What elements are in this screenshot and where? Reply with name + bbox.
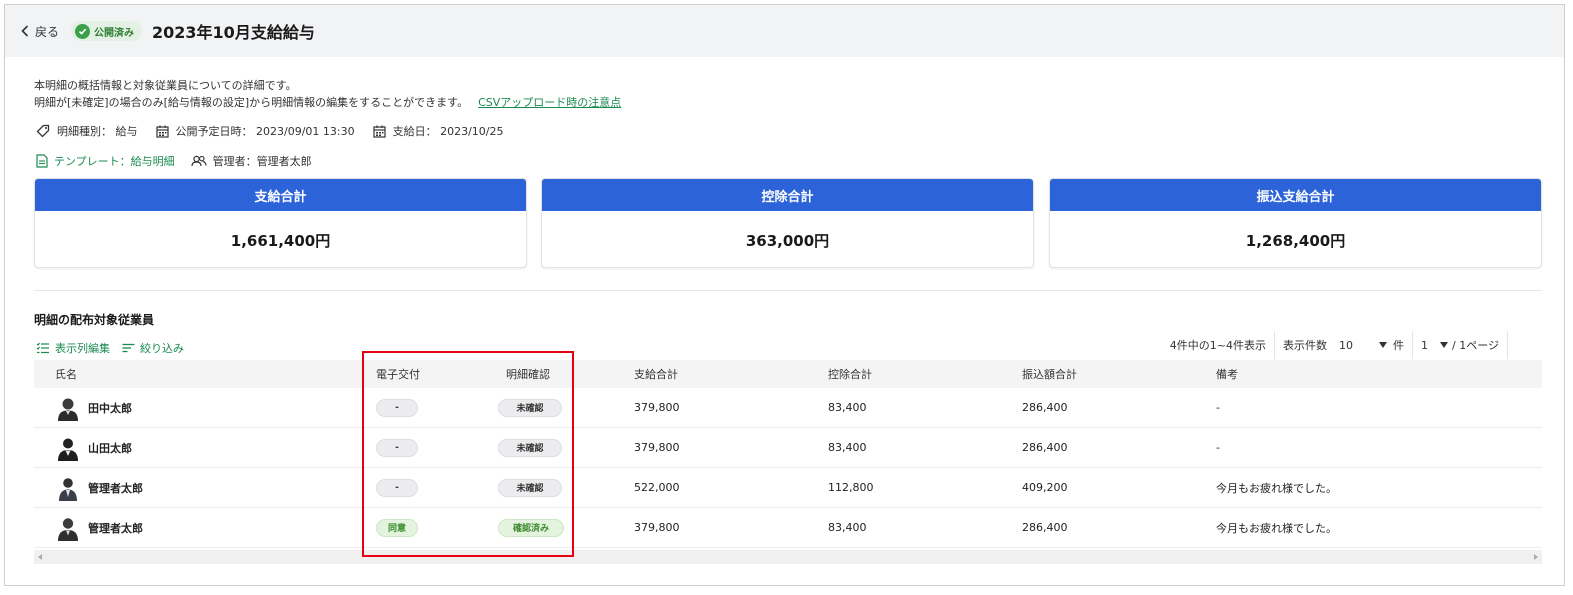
pagination: 4件中の1~4件表示 表示件数 10 件 1 / 1ページ bbox=[1162, 331, 1508, 359]
col-header-transfer: 振込額合計 bbox=[1022, 368, 1077, 381]
description-line-1: 本明細の概括情報と対象従業員についての詳細です。 bbox=[34, 79, 297, 92]
deduction-total: 83,400 bbox=[828, 401, 867, 414]
meta-row-2: テンプレート：給与明細 管理者：管理者太郎 bbox=[36, 153, 312, 169]
check-circle-icon bbox=[75, 23, 91, 39]
deduction-total: 112,800 bbox=[828, 481, 874, 494]
note: - bbox=[1216, 401, 1220, 414]
page-control: 1 / 1ページ bbox=[1413, 331, 1508, 359]
meta-publish-date: 公開予定日時： 2023/09/01 13:30 bbox=[155, 123, 355, 139]
col-header-note: 備考 bbox=[1216, 368, 1238, 381]
top-bar: 戻る 公開済み 2023年10月支給給与 bbox=[5, 5, 1564, 57]
record-count: 4件中の1~4件表示 bbox=[1162, 331, 1276, 359]
confirm-status-badge: 未確認 bbox=[498, 478, 562, 497]
summary-card-label: 振込支給合計 bbox=[1050, 179, 1541, 211]
calendar-icon bbox=[155, 125, 169, 138]
employee-name: 田中太郎 bbox=[88, 401, 132, 415]
summary-card-value: 1,268,400円 bbox=[1245, 231, 1346, 250]
page-title: 2023年10月支給給与 bbox=[152, 23, 315, 42]
summary-card-pay: 支給合計 1,661,400円 bbox=[34, 178, 527, 268]
employee-table: 氏名 電子交付 明細確認 支給合計 控除合計 振込額合計 備考 田中太郎 - 未… bbox=[34, 360, 1542, 548]
list-settings-icon bbox=[36, 342, 49, 354]
caret-down-icon bbox=[1440, 342, 1449, 348]
calendar-icon bbox=[372, 125, 386, 138]
users-icon bbox=[191, 155, 207, 167]
col-header-deduct: 控除合計 bbox=[828, 368, 872, 381]
col-header-confirm: 明細確認 bbox=[506, 368, 550, 381]
pay-total: 379,800 bbox=[634, 401, 680, 414]
scroll-right-icon[interactable] bbox=[1534, 554, 1538, 560]
table-header: 氏名 電子交付 明細確認 支給合計 控除合計 振込額合計 備考 bbox=[34, 360, 1542, 388]
table-row[interactable]: 田中太郎 - 未確認 379,800 83,400 286,400 - bbox=[34, 388, 1542, 428]
summary-card-value: 1,661,400円 bbox=[230, 231, 331, 250]
per-page-control: 表示件数 10 件 bbox=[1275, 331, 1414, 359]
pay-total: 379,800 bbox=[634, 441, 680, 454]
filter-icon bbox=[122, 343, 135, 353]
description: 本明細の概括情報と対象従業員についての詳細です。 明細が[未確定]の場合のみ[給… bbox=[34, 77, 621, 111]
confirm-status-badge: 未確認 bbox=[498, 438, 562, 457]
transfer-total: 286,400 bbox=[1022, 521, 1068, 534]
document-icon bbox=[36, 154, 48, 168]
summary-card-value: 363,000円 bbox=[745, 231, 830, 250]
employee-name: 管理者太郎 bbox=[88, 521, 143, 535]
section-title: 明細の配布対象従業員 bbox=[34, 313, 155, 327]
avatar bbox=[59, 477, 77, 501]
efile-status-badge: - bbox=[376, 478, 418, 497]
table-row[interactable]: 管理者太郎 同意 確認済み 379,800 83,400 286,400 今月も… bbox=[34, 508, 1542, 548]
note: - bbox=[1216, 441, 1220, 454]
deduction-total: 83,400 bbox=[828, 521, 867, 534]
meta-type: 明細種別： 給与 bbox=[36, 123, 138, 139]
filter-button[interactable]: 絞り込み bbox=[122, 340, 184, 356]
table-row[interactable]: 管理者太郎 - 未確認 522,000 112,800 409,200 今月もお… bbox=[34, 468, 1542, 508]
pay-total: 522,000 bbox=[634, 481, 680, 494]
back-label: 戻る bbox=[35, 24, 60, 39]
csv-notes-link[interactable]: CSVアップロード時の注意点 bbox=[478, 96, 621, 109]
meta-manager: 管理者：管理者太郎 bbox=[191, 153, 312, 169]
meta-row-1: 明細種別： 給与 公開予定日時： 2023/09/01 13:30 支給日： 2… bbox=[36, 123, 522, 139]
transfer-total: 286,400 bbox=[1022, 401, 1068, 414]
employee-name: 管理者太郎 bbox=[88, 481, 143, 495]
avatar bbox=[58, 517, 78, 541]
summary-card-label: 控除合計 bbox=[542, 179, 1033, 211]
status-badge-label: 公開済み bbox=[94, 27, 135, 39]
deduction-total: 83,400 bbox=[828, 441, 867, 454]
col-header-name: 氏名 bbox=[55, 368, 77, 381]
transfer-total: 286,400 bbox=[1022, 441, 1068, 454]
back-button[interactable]: 戻る bbox=[21, 23, 59, 40]
caret-down-icon bbox=[1379, 342, 1388, 348]
pay-total: 379,800 bbox=[634, 521, 680, 534]
note: 今月もお疲れ様でした。 bbox=[1216, 521, 1337, 535]
efile-status-badge: 同意 bbox=[376, 518, 418, 537]
meta-pay-date: 支給日： 2023/10/25 bbox=[372, 123, 504, 139]
edit-columns-button[interactable]: 表示列編集 bbox=[36, 340, 110, 356]
table-tools: 表示列編集 絞り込み bbox=[36, 340, 196, 356]
per-page-select[interactable]: 10 bbox=[1339, 339, 1391, 352]
description-line-2: 明細が[未確定]の場合のみ[給与情報の設定]から明細情報の編集をすることができま… bbox=[34, 96, 469, 109]
template-link[interactable]: テンプレート：給与明細 bbox=[36, 153, 175, 169]
efile-status-badge: - bbox=[376, 438, 418, 457]
table-row[interactable]: 山田太郎 - 未確認 379,800 83,400 286,400 - bbox=[34, 428, 1542, 468]
efile-status-badge: - bbox=[376, 398, 418, 417]
summary-card-transfer: 振込支給合計 1,268,400円 bbox=[1049, 178, 1542, 268]
transfer-total: 409,200 bbox=[1022, 481, 1068, 494]
employee-name: 山田太郎 bbox=[88, 441, 132, 455]
status-badge: 公開済み bbox=[71, 21, 143, 41]
page-select[interactable]: 1 bbox=[1421, 339, 1452, 352]
summary-card-label: 支給合計 bbox=[35, 179, 526, 211]
confirm-status-badge: 未確認 bbox=[498, 398, 562, 417]
avatar bbox=[58, 398, 78, 421]
avatar bbox=[58, 438, 78, 461]
tag-icon bbox=[36, 124, 50, 138]
divider bbox=[34, 290, 1542, 291]
col-header-efile: 電子交付 bbox=[376, 368, 420, 381]
app-frame: 戻る 公開済み 2023年10月支給給与 本明細の概括情報と対象従業員についての… bbox=[4, 4, 1565, 586]
scroll-left-icon[interactable] bbox=[38, 554, 42, 560]
col-header-pay: 支給合計 bbox=[634, 368, 678, 381]
confirm-status-badge: 確認済み bbox=[498, 518, 564, 537]
summary-card-deduction: 控除合計 363,000円 bbox=[541, 178, 1034, 268]
chevron-left-icon bbox=[21, 25, 29, 37]
horizontal-scrollbar[interactable] bbox=[34, 550, 1542, 564]
note: 今月もお疲れ様でした。 bbox=[1216, 481, 1337, 495]
